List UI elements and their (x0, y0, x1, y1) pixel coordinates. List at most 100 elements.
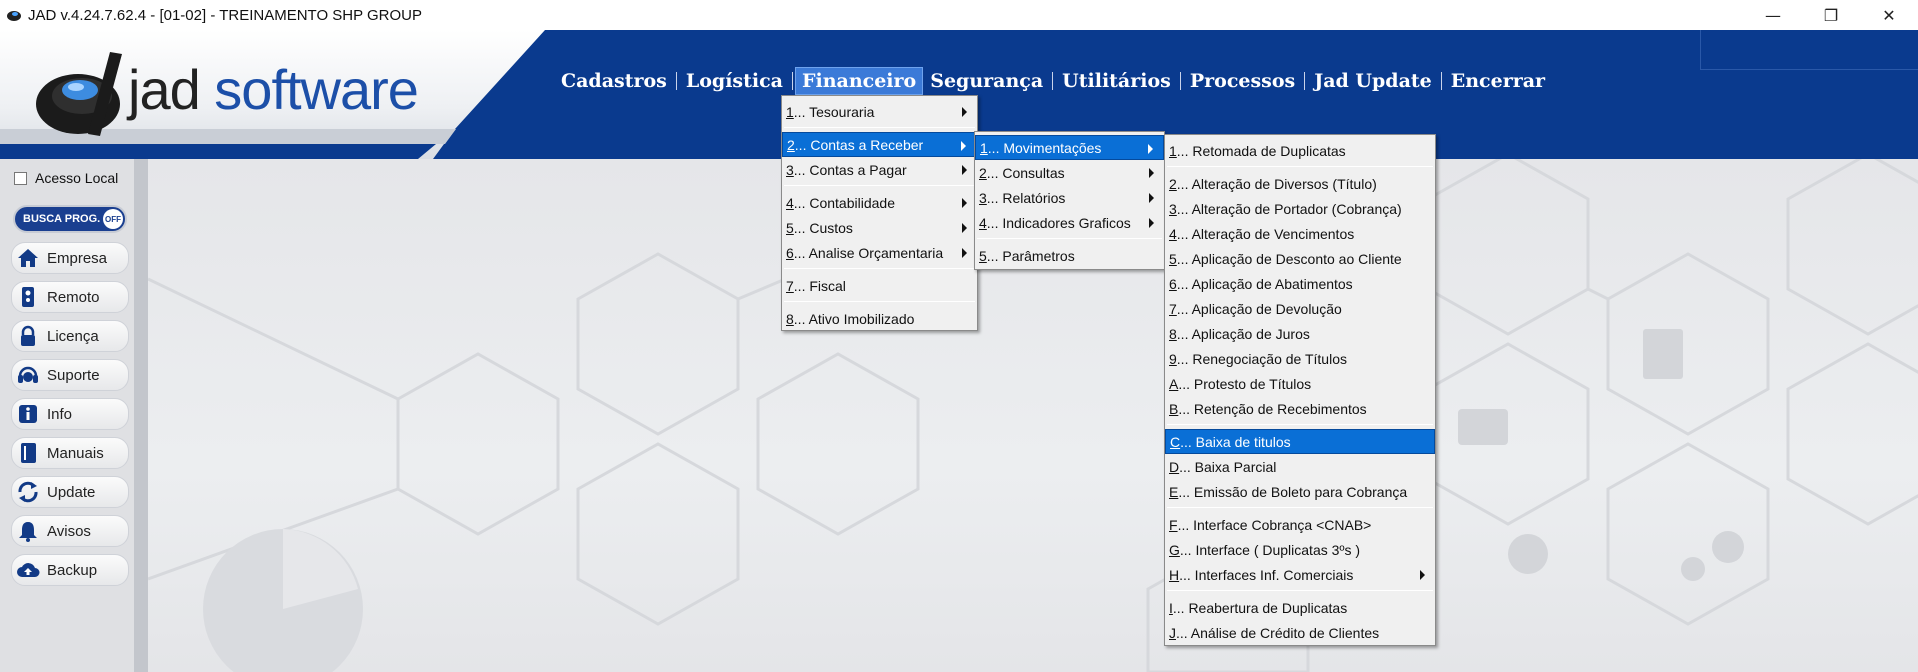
menu-item-parametros[interactable]: 5... Parâmetros (975, 243, 1164, 268)
menu-seguranca[interactable]: Segurança (923, 67, 1050, 95)
menu-item-key: 1 (1169, 142, 1177, 159)
menu-item-contabilidade[interactable]: 4... Contabilidade (782, 190, 977, 215)
sidebar-item-empresa[interactable]: Empresa (11, 242, 129, 274)
sidebar-item-avisos[interactable]: Avisos (11, 515, 129, 547)
menu-item-analise-orcamentaria[interactable]: 6... Analise Orçamentaria (782, 240, 977, 265)
menu-item-key: 3 (786, 161, 794, 178)
menu-item-key: 7 (1169, 300, 1177, 317)
header-right-box (1700, 30, 1918, 70)
menu-item-aplicacao-de-juros[interactable]: 8... Aplicação de Juros (1165, 321, 1435, 346)
menu-item-key: E (1169, 483, 1179, 500)
menu-jad-update[interactable]: Jad Update (1307, 67, 1439, 95)
menu-item-key: 2 (787, 136, 795, 153)
sidebar-item-remoto[interactable]: Remoto (11, 281, 129, 313)
menu-item-key: J (1169, 624, 1176, 641)
menu-item-protesto-de-titulos[interactable]: A... Protesto de Títulos (1165, 371, 1435, 396)
menu-item-analise-de-credito[interactable]: J... Análise de Crédito de Clientes (1165, 620, 1435, 645)
sidebar-item-update[interactable]: Update (11, 476, 129, 508)
menu-item-tesouraria[interactable]: 1... Tesouraria (782, 99, 977, 124)
submenu-arrow-icon (1149, 193, 1154, 203)
title-bar: JAD v.4.24.7.62.4 - [01-02] - TREINAMENT… (0, 0, 1918, 30)
menu-item-baixa-parcial[interactable]: D... Baixa Parcial (1165, 454, 1435, 479)
remote-icon (16, 285, 40, 309)
menu-item-label: ... Aplicação de Juros (1176, 325, 1310, 342)
sidebar-item-licenca[interactable]: Licença (11, 320, 129, 352)
menu-item-label: ... Alteração de Portador (Cobrança) (1176, 200, 1402, 217)
menu-item-key: 4 (979, 214, 987, 231)
maximize-button[interactable]: ❐ (1802, 0, 1860, 30)
sidebar-item-label: Manuais (47, 444, 104, 462)
close-button[interactable]: ✕ (1860, 0, 1918, 30)
app-window: JAD v.4.24.7.62.4 - [01-02] - TREINAMENT… (0, 0, 1918, 672)
minimize-button[interactable]: — (1744, 0, 1802, 30)
menu-item-label: ... Emissão de Boleto para Cobrança (1178, 483, 1408, 500)
menu-item-consultas[interactable]: 2... Consultas (975, 160, 1164, 185)
menu-item-key: C (1170, 433, 1181, 450)
menu-item-alteracao-de-diversos[interactable]: 2... Alteração de Diversos (Título) (1165, 171, 1435, 196)
menu-cadastros[interactable]: Cadastros (554, 67, 674, 95)
menu-item-fiscal[interactable]: 7... Fiscal (782, 273, 977, 298)
headset-icon (16, 363, 40, 387)
contas-a-receber-submenu: 1... Movimentações 2... Consultas 3... R… (974, 131, 1165, 270)
menu-separator (1167, 507, 1433, 508)
menu-financeiro[interactable]: Financeiro (795, 67, 924, 95)
menu-item-retomada-de-duplicatas[interactable]: 1... Retomada de Duplicatas (1165, 138, 1435, 163)
acesso-local-checkbox[interactable]: Acesso Local (14, 170, 118, 186)
menu-item-indicadores-graficos[interactable]: 4... Indicadores Graficos (975, 210, 1164, 235)
sidebar-item-label: Avisos (47, 522, 91, 540)
sidebar-item-suporte[interactable]: Suporte (11, 359, 129, 391)
menu-item-ativo-imobilizado[interactable]: 8... Ativo Imobilizado (782, 306, 977, 331)
menu-item-alteracao-de-portador[interactable]: 3... Alteração de Portador (Cobrança) (1165, 196, 1435, 221)
menu-item-custos[interactable]: 5... Custos (782, 215, 977, 240)
menu-item-aplicacao-de-abatimentos[interactable]: 6... Aplicação de Abatimentos (1165, 271, 1435, 296)
submenu-arrow-icon (1149, 168, 1154, 178)
menu-item-interface-cobranca-cnab[interactable]: F... Interface Cobrança <CNAB> (1165, 512, 1435, 537)
menu-item-contas-a-receber[interactable]: 2... Contas a Receber (782, 132, 977, 157)
window-title: JAD v.4.24.7.62.4 - [01-02] - TREINAMENT… (28, 6, 423, 24)
menu-item-label: ... Interface Cobrança <CNAB> (1177, 516, 1372, 533)
menu-item-aplicacao-de-devolucao[interactable]: 7... Aplicação de Devolução (1165, 296, 1435, 321)
menu-item-label: ... Renegociação de Títulos (1176, 350, 1347, 367)
submenu-arrow-icon (962, 223, 967, 233)
menu-item-interfaces-inf-comerciais[interactable]: H... Interfaces Inf. Comerciais (1165, 562, 1435, 587)
sidebar-item-manuais[interactable]: Manuais (11, 437, 129, 469)
menu-item-label: ... Baixa Parcial (1179, 458, 1277, 475)
menu-item-label: ... Análise de Crédito de Clientes (1176, 624, 1380, 641)
menu-item-key: 6 (1169, 275, 1177, 292)
submenu-arrow-icon (962, 107, 967, 117)
menu-item-label: ... Baixa de titulos (1180, 433, 1291, 450)
menu-item-aplicacao-de-desconto[interactable]: 5... Aplicação de Desconto ao Cliente (1165, 246, 1435, 271)
menu-separator (1052, 72, 1054, 90)
menu-item-reabertura-de-duplicatas[interactable]: I... Reabertura de Duplicatas (1165, 595, 1435, 620)
menu-item-key: F (1169, 516, 1178, 533)
menu-item-interface-duplicatas-3os[interactable]: G... Interface ( Duplicatas 3ºs ) (1165, 537, 1435, 562)
menu-item-label: ... Analise Orçamentaria (793, 244, 944, 261)
cloud-upload-icon (16, 558, 40, 582)
menu-utilitarios[interactable]: Utilitários (1055, 67, 1178, 95)
menu-separator (1440, 72, 1442, 90)
menu-item-movimentacoes[interactable]: 1... Movimentações (975, 135, 1164, 160)
checkbox-box[interactable] (14, 171, 27, 185)
menu-item-alteracao-de-vencimentos[interactable]: 4... Alteração de Vencimentos (1165, 221, 1435, 246)
menu-item-renegociacao-de-titulos[interactable]: 9... Renegociação de Títulos (1165, 346, 1435, 371)
menu-item-relatorios[interactable]: 3... Relatórios (975, 185, 1164, 210)
acesso-local-label: Acesso Local (35, 170, 119, 186)
menu-item-key: B (1169, 400, 1179, 417)
menu-item-baixa-de-titulos[interactable]: C... Baixa de titulos (1165, 429, 1435, 454)
sidebar-item-info[interactable]: Info (11, 398, 129, 430)
menu-processos[interactable]: Processos (1183, 67, 1302, 95)
menu-item-contas-a-pagar[interactable]: 3... Contas a Pagar (782, 157, 977, 182)
menu-encerrar[interactable]: Encerrar (1444, 67, 1552, 95)
menu-logistica[interactable]: Logística (679, 67, 790, 95)
menu-separator (675, 72, 677, 90)
submenu-arrow-icon (962, 198, 967, 208)
menu-item-retencao-de-recebimentos[interactable]: B... Retenção de Recebimentos (1165, 396, 1435, 421)
movimentacoes-submenu: 1... Retomada de Duplicatas 2... Alteraç… (1164, 134, 1436, 646)
sidebar-item-backup[interactable]: Backup (11, 554, 129, 586)
menu-item-key: 3 (979, 189, 987, 206)
submenu-arrow-icon (961, 141, 966, 151)
menu-item-label: ... Fiscal (793, 277, 846, 294)
menu-item-key: 1 (980, 139, 988, 156)
menu-item-emissao-de-boleto[interactable]: E... Emissão de Boleto para Cobrança (1165, 479, 1435, 504)
busca-prog-toggle[interactable]: BUSCA PROG. OFF (13, 205, 127, 233)
